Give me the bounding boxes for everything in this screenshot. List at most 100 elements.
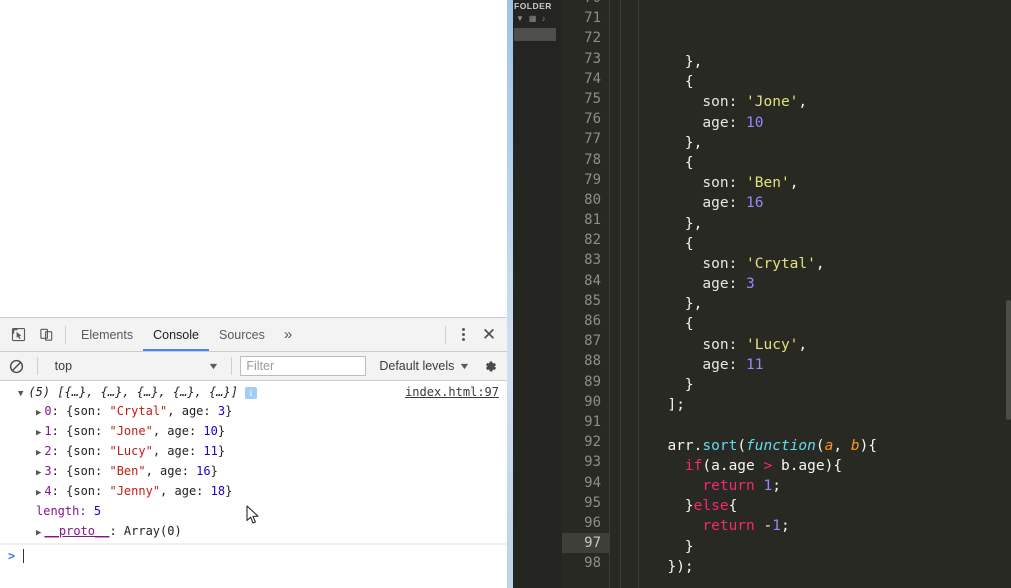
code-line[interactable]: { [650, 153, 1011, 173]
gutter-line-number[interactable]: 86 [562, 311, 610, 331]
gutter-line-number[interactable]: 78 [562, 150, 610, 170]
code-token: sort [702, 437, 738, 454]
code-line[interactable]: return -1; [650, 516, 1011, 536]
collapse-icon[interactable]: ▼ [516, 14, 524, 23]
gutter-line-number[interactable]: 84 [562, 271, 610, 291]
console-entry-row[interactable]: ▶ 0: {son: "Crytal", age: 3} [6, 401, 501, 421]
entry-expand-triangle-icon[interactable]: ▶ [36, 408, 41, 418]
code-line[interactable]: }, [650, 52, 1011, 72]
more-tabs-icon[interactable]: » [275, 327, 301, 342]
gutter-line-number[interactable]: 70 [562, 0, 610, 8]
proto-key[interactable]: __proto__ [44, 524, 109, 538]
sidebar-selected-item[interactable] [514, 28, 556, 41]
code-line[interactable]: son: 'Lucy', [650, 335, 1011, 355]
code-line[interactable]: age: 3 [650, 274, 1011, 294]
source-link[interactable]: index.html:97 [405, 385, 499, 399]
gutter-line-number[interactable]: 76 [562, 109, 610, 129]
gutter-line-number[interactable]: 94 [562, 473, 610, 493]
proto-expand-triangle-icon[interactable]: ▶ [36, 528, 41, 538]
gutter-line-number[interactable]: 92 [562, 432, 610, 452]
console-prompt[interactable]: > [0, 543, 507, 567]
settings-icon[interactable]: ♪ [541, 14, 545, 23]
code-line[interactable]: } [650, 537, 1011, 557]
editor-sidebar[interactable]: FOLDER ▼ ▦ ♪ [507, 0, 562, 588]
inspect-element-icon[interactable] [4, 321, 32, 349]
code-line[interactable]: }, [650, 214, 1011, 234]
more-options-icon[interactable] [451, 321, 475, 349]
gutter-line-number[interactable]: 82 [562, 230, 610, 250]
gutter-line-number[interactable]: 87 [562, 331, 610, 351]
code-line[interactable] [650, 577, 1011, 588]
code-line[interactable]: if(a.age > b.age){ [650, 456, 1011, 476]
code-line[interactable]: }); [650, 557, 1011, 577]
proto-row[interactable]: ▶ __proto__: Array(0) [6, 521, 501, 541]
expand-triangle-icon[interactable]: ▼ [18, 388, 23, 401]
console-entry-row[interactable]: ▶ 3: {son: "Ben", age: 16} [6, 461, 501, 481]
gutter-line-number[interactable]: 80 [562, 190, 610, 210]
code-line[interactable]: return 1; [650, 476, 1011, 496]
gutter-line-number[interactable]: 72 [562, 28, 610, 48]
entry-expand-triangle-icon[interactable]: ▶ [36, 468, 41, 478]
code-line[interactable]: age: 16 [650, 193, 1011, 213]
gutter-line-number[interactable]: 89 [562, 372, 610, 392]
gutter-line-number[interactable]: 73 [562, 49, 610, 69]
gutter-line-number[interactable]: 85 [562, 291, 610, 311]
code-line[interactable]: { [650, 72, 1011, 92]
tab-sources[interactable]: Sources [209, 318, 275, 351]
clear-console-icon[interactable] [5, 354, 29, 378]
scrollbar-thumb[interactable] [1006, 300, 1011, 420]
tab-elements[interactable]: Elements [71, 318, 143, 351]
editor-code-area[interactable]: }, { son: 'Jone', age: 10 }, { son: 'Ben… [610, 0, 1011, 588]
gutter-line-number[interactable]: 90 [562, 392, 610, 412]
gutter-line-number[interactable]: 79 [562, 170, 610, 190]
entry-expand-triangle-icon[interactable]: ▶ [36, 488, 41, 498]
code-line[interactable]: son: 'Crytal', [650, 254, 1011, 274]
console-entry-row[interactable]: ▶ 2: {son: "Lucy", age: 11} [6, 441, 501, 461]
console-entry-row[interactable]: ▶ 1: {son: "Jone", age: 10} [6, 421, 501, 441]
code-line[interactable]: { [650, 234, 1011, 254]
code-token: { [650, 154, 694, 171]
code-line[interactable]: arr.sort(function(a, b){ [650, 436, 1011, 456]
code-line[interactable]: ]; [650, 395, 1011, 415]
editor-vertical-scrollbar[interactable] [1006, 0, 1011, 588]
code-line[interactable]: }else{ [650, 496, 1011, 516]
gutter-line-number[interactable]: 93 [562, 452, 610, 472]
gutter-line-number[interactable]: 96 [562, 513, 610, 533]
entry-expand-triangle-icon[interactable]: ▶ [36, 428, 41, 438]
gutter-line-number[interactable]: 95 [562, 493, 610, 513]
tab-console[interactable]: Console [143, 318, 209, 351]
code-line[interactable]: } [650, 375, 1011, 395]
gutter-line-number[interactable]: 74 [562, 69, 610, 89]
folder-icon[interactable]: ▦ [529, 14, 537, 23]
device-toolbar-icon[interactable] [32, 321, 60, 349]
gutter-line-number[interactable]: 97 [562, 533, 610, 554]
gutter-line-number[interactable]: 77 [562, 129, 610, 149]
gutter-line-number[interactable]: 88 [562, 351, 610, 371]
info-badge[interactable]: i [244, 387, 257, 399]
code-line[interactable]: age: 11 [650, 355, 1011, 375]
code-line[interactable]: { [650, 314, 1011, 334]
code-line[interactable]: }, [650, 294, 1011, 314]
gutter-line-number[interactable]: 75 [562, 89, 610, 109]
close-icon[interactable]: ✕ [475, 321, 503, 349]
gear-icon[interactable] [478, 354, 502, 378]
log-levels-selector[interactable]: Default levels ▼ [369, 359, 473, 373]
code-line[interactable] [650, 415, 1011, 435]
filter-input[interactable] [240, 356, 367, 376]
gutter-line-number[interactable]: 71 [562, 8, 610, 28]
execution-context-value: top [54, 359, 73, 373]
gutter-line-number[interactable]: 81 [562, 210, 610, 230]
gutter-line-number[interactable]: 91 [562, 412, 610, 432]
console-output[interactable]: ▼ (5) [{…}, {…}, {…}, {…}, {…}] i index.… [0, 381, 507, 588]
code-line[interactable]: son: 'Ben', [650, 173, 1011, 193]
code-line[interactable]: son: 'Jone', [650, 92, 1011, 112]
code-line[interactable]: }, [650, 133, 1011, 153]
gutter-line-number[interactable]: 83 [562, 250, 610, 270]
entry-expand-triangle-icon[interactable]: ▶ [36, 448, 41, 458]
gutter-line-number[interactable]: 98 [562, 553, 610, 573]
execution-context-selector[interactable]: top ▼ [46, 356, 224, 377]
console-entry-row[interactable]: ▶ 4: {son: "Jenny", age: 18} [6, 481, 501, 501]
code-editor-pane: FOLDER ▼ ▦ ♪ 707172737475767778798081828… [507, 0, 1011, 588]
code-line[interactable]: age: 10 [650, 113, 1011, 133]
